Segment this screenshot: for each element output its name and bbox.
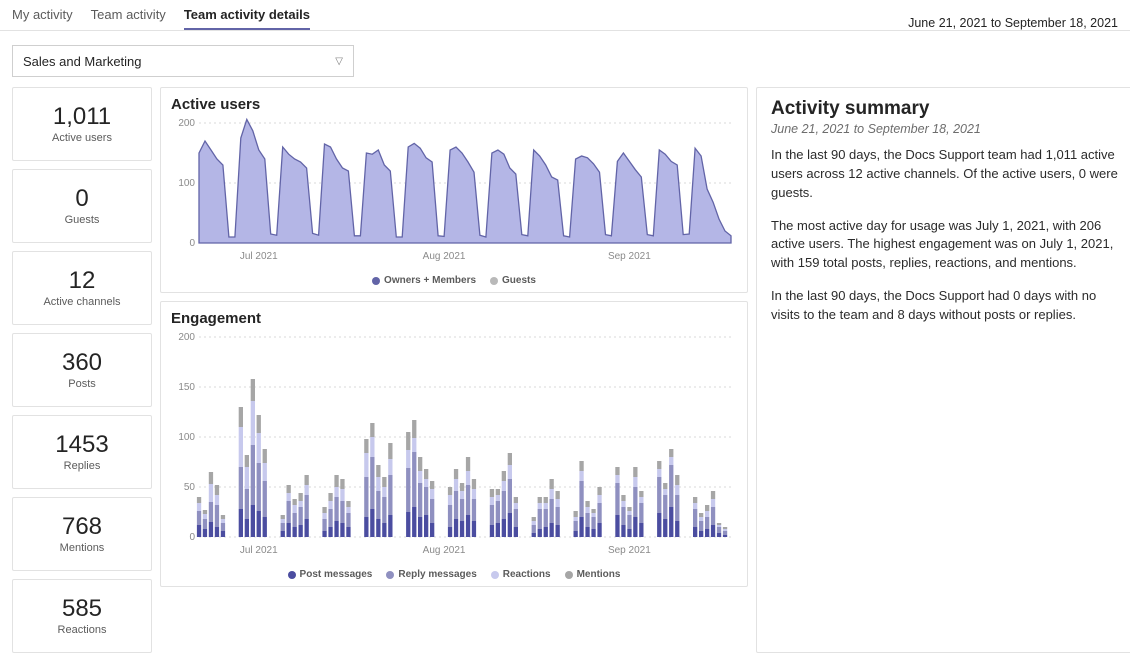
engagement-panel: Engagement 0 50 100 150 200 Jul 2021 Aug 2021 S… (160, 301, 748, 587)
tab-team-activity[interactable]: Team activity (91, 3, 166, 30)
legend-item: Reply messages (386, 569, 476, 580)
svg-text:Sep 2021: Sep 2021 (608, 545, 651, 556)
active-users-panel: Active users 0 100 200 Jul 2021 Aug 2021 Sep … (160, 87, 748, 293)
active-users-legend: Owners + Members Guests (171, 275, 737, 286)
metric-stack: 1,011 Active users 0 Guests 12 Active ch… (12, 87, 152, 653)
svg-text:0: 0 (189, 532, 195, 543)
engagement-legend: Post messages Reply messages Reactions M… (171, 569, 737, 580)
summary-paragraph: In the last 90 days, the Docs Support te… (771, 146, 1119, 203)
svg-text:Jul 2021: Jul 2021 (240, 251, 278, 262)
metric-label: Active channels (43, 296, 120, 308)
svg-text:100: 100 (178, 432, 195, 443)
legend-item: Reactions (491, 569, 551, 580)
metric-label: Replies (64, 460, 101, 472)
svg-text:50: 50 (184, 482, 196, 493)
legend-item: Post messages (288, 569, 373, 580)
summary-heading: Activity summary (771, 98, 1119, 120)
metric-active-channels: 12 Active channels (12, 251, 152, 325)
team-select-value: Sales and Marketing (23, 54, 142, 69)
metric-label: Mentions (60, 542, 105, 554)
metric-value: 1453 (55, 432, 108, 458)
metric-posts: 360 Posts (12, 333, 152, 407)
metric-value: 768 (62, 514, 102, 540)
metric-value: 0 (75, 186, 88, 212)
chevron-down-icon: ▽ (335, 56, 343, 67)
summary-paragraph: The most active day for usage was July 1… (771, 217, 1119, 274)
tab-my-activity[interactable]: My activity (12, 3, 73, 30)
metric-active-users: 1,011 Active users (12, 87, 152, 161)
date-range-label: June 21, 2021 to September 18, 2021 (908, 16, 1118, 30)
svg-text:0: 0 (189, 238, 195, 249)
metric-value: 12 (69, 268, 96, 294)
svg-text:150: 150 (178, 382, 195, 393)
svg-text:Aug 2021: Aug 2021 (423, 251, 466, 262)
svg-text:200: 200 (178, 332, 195, 343)
metric-label: Active users (52, 132, 112, 144)
charts-stack: Active users 0 100 200 Jul 2021 Aug 2021 Sep … (160, 87, 748, 653)
metric-mentions: 768 Mentions (12, 497, 152, 571)
metric-replies: 1453 Replies (12, 415, 152, 489)
metric-value: 1,011 (53, 104, 111, 130)
metric-value: 360 (62, 350, 102, 376)
svg-text:100: 100 (178, 178, 195, 189)
summary-paragraph: In the last 90 days, the Docs Support ha… (771, 287, 1119, 325)
metric-value: 585 (62, 596, 102, 622)
top-bar: My activity Team activity Team activity … (0, 0, 1130, 31)
legend-item: Owners + Members (372, 275, 476, 286)
metric-label: Posts (68, 378, 96, 390)
activity-summary-panel: Activity summary June 21, 2021 to Septem… (756, 87, 1130, 653)
engagement-chart: 0 50 100 150 200 Jul 2021 Aug 2021 Sep 2021 (171, 331, 737, 567)
metric-guests: 0 Guests (12, 169, 152, 243)
summary-subtitle: June 21, 2021 to September 18, 2021 (771, 122, 1119, 136)
panel-title: Active users (171, 96, 737, 113)
tabs: My activity Team activity Team activity … (12, 3, 310, 30)
svg-text:Jul 2021: Jul 2021 (240, 545, 278, 556)
metric-label: Guests (65, 214, 100, 226)
team-select-dropdown[interactable]: Sales and Marketing ▽ (12, 45, 354, 77)
metric-label: Reactions (58, 624, 107, 636)
content-grid: 1,011 Active users 0 Guests 12 Active ch… (0, 87, 1130, 663)
metric-reactions: 585 Reactions (12, 579, 152, 653)
active-users-chart: 0 100 200 Jul 2021 Aug 2021 Sep 2021 (171, 117, 737, 273)
panel-title: Engagement (171, 310, 737, 327)
tab-team-activity-details[interactable]: Team activity details (184, 3, 310, 30)
legend-item: Guests (490, 275, 536, 286)
svg-text:Sep 2021: Sep 2021 (608, 251, 651, 262)
svg-text:200: 200 (178, 118, 195, 129)
svg-text:Aug 2021: Aug 2021 (423, 545, 466, 556)
legend-item: Mentions (565, 569, 621, 580)
